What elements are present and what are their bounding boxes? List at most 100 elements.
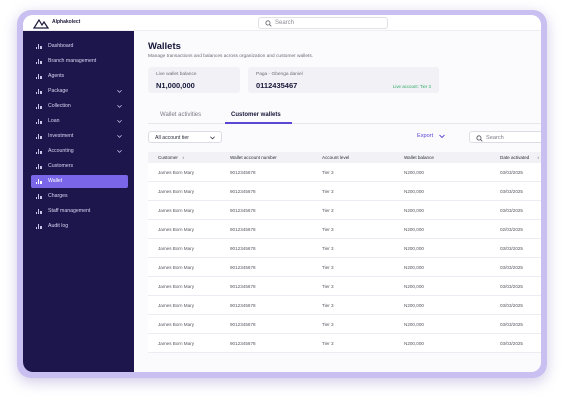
- table-cell: Tier 3: [322, 170, 334, 175]
- sidebar-item-accounting[interactable]: Accounting: [31, 145, 128, 158]
- table-cell: 9012345678: [230, 303, 256, 308]
- table-row[interactable]: James Born Mary 9012345678 Tier 3 N200,000 0…: [148, 163, 541, 182]
- column-header[interactable]: Customer: [158, 155, 178, 160]
- sidebar-item-investment[interactable]: Investment: [31, 130, 128, 143]
- column-header[interactable]: Date activated: [500, 155, 529, 160]
- sidebar-item-label: Customers: [48, 163, 74, 169]
- table-row[interactable]: James Born Mary 9012345678 Tier 3 N200,000 0…: [148, 239, 541, 258]
- chevron-down-icon: [117, 119, 122, 123]
- bar-chart-icon: [36, 164, 42, 169]
- sort-icon[interactable]: ↕: [182, 155, 184, 160]
- sidebar-item-label: Investment: [48, 133, 74, 139]
- account-tier-select-value: All account tier: [155, 135, 190, 141]
- main-content: Wallets Manage transactions and balances…: [134, 31, 541, 372]
- search-icon: [476, 134, 483, 142]
- sidebar-item-label: Accounting: [48, 148, 74, 154]
- table-cell: 03/03/2025: [500, 265, 523, 270]
- sidebar-item-label: Staff management: [48, 208, 91, 214]
- table-cell: N200,000: [404, 265, 424, 270]
- page-subtitle: Manage transactions and balances across …: [148, 54, 314, 59]
- account-number: 0112435467: [256, 81, 298, 90]
- sidebar-item-label: Dashboard: [48, 43, 74, 49]
- table-cell: Tier 3: [322, 208, 334, 213]
- sidebar-item-audit-log[interactable]: Audit log: [31, 220, 128, 233]
- table-cell: James Born Mary: [158, 189, 194, 194]
- table-cell: 9012345678: [230, 208, 256, 213]
- tab-customer-wallets[interactable]: Customer wallets: [231, 112, 281, 118]
- global-search-placeholder: Search: [275, 20, 295, 26]
- global-search-input[interactable]: Search: [258, 17, 388, 29]
- table-cell: James Born Mary: [158, 246, 194, 251]
- sidebar-item-customers[interactable]: Customers: [31, 160, 128, 173]
- chevron-down-icon: [117, 134, 122, 138]
- bar-chart-icon: [36, 179, 42, 184]
- table-cell: Tier 3: [322, 303, 334, 308]
- table-cell: 03/03/2025: [500, 170, 523, 175]
- table-header: Customer ↕ Wallet account number Account le…: [148, 152, 541, 163]
- export-button[interactable]: Export: [417, 133, 445, 139]
- table-cell: 03/03/2025: [500, 189, 523, 194]
- sidebar-item-charges[interactable]: Charges: [31, 190, 128, 203]
- table-cell: 9012345678: [230, 227, 256, 232]
- table-cell: N200,000: [404, 246, 424, 251]
- table-cell: Tier 3: [322, 265, 334, 270]
- table-cell: N200,000: [404, 189, 424, 194]
- tier-badge: Live account: Tier 3: [392, 84, 431, 89]
- account-tier-select[interactable]: All account tier: [148, 131, 222, 143]
- table-cell: James Born Mary: [158, 341, 194, 346]
- table-cell: James Born Mary: [158, 284, 194, 289]
- sidebar-item-branch-management[interactable]: Branch management: [31, 55, 128, 68]
- table-cell: 03/03/2025: [500, 341, 523, 346]
- sidebar-item-label: Collection: [48, 103, 71, 109]
- bar-chart-icon: [36, 89, 42, 94]
- sidebar-item-staff-management[interactable]: Staff management: [31, 205, 128, 218]
- sidebar-item-dashboard[interactable]: Dashboard: [31, 40, 128, 53]
- table-cell: 03/03/2025: [500, 208, 523, 213]
- bar-chart-icon: [36, 44, 42, 49]
- sidebar-item-label: Audit log: [48, 223, 69, 229]
- sidebar-item-package[interactable]: Package: [31, 85, 128, 98]
- bar-chart-icon: [36, 59, 42, 64]
- tab-wallet-activities[interactable]: Wallet activities: [160, 112, 201, 118]
- table-row[interactable]: James Born Mary 9012345678 Tier 3 N200,000 0…: [148, 296, 541, 315]
- search-icon: [265, 20, 272, 27]
- table-cell: James Born Mary: [158, 322, 194, 327]
- table-cell: 9012345678: [230, 246, 256, 251]
- table-row[interactable]: James Born Mary 9012345678 Tier 3 N200,000 0…: [148, 201, 541, 220]
- table-row[interactable]: James Born Mary 9012345678 Tier 3 N200,000 0…: [148, 258, 541, 277]
- table-row[interactable]: James Born Mary 9012345678 Tier 3 N200,000 0…: [148, 220, 541, 239]
- table-cell: 03/03/2025: [500, 322, 523, 327]
- table-cell: N200,000: [404, 170, 424, 175]
- table-cell: James Born Mary: [158, 227, 194, 232]
- table-row[interactable]: James Born Mary 9012345678 Tier 3 N200,000 0…: [148, 315, 541, 334]
- table-cell: 9012345678: [230, 284, 256, 289]
- sidebar-item-label: Agents: [48, 73, 65, 79]
- sidebar-item-label: Charges: [48, 193, 68, 199]
- live-balance-card: Live wallet balance N1,000,000: [148, 67, 240, 93]
- live-balance-value: N1,000,000: [156, 81, 195, 90]
- table-row[interactable]: James Born Mary 9012345678 Tier 3 N200,000 0…: [148, 277, 541, 296]
- chevron-down-icon: [117, 149, 122, 153]
- top-bar: Alphakolect Search: [23, 15, 541, 31]
- table-cell: James Born Mary: [158, 303, 194, 308]
- table-row[interactable]: James Born Mary 9012345678 Tier 3 N200,000 0…: [148, 334, 541, 353]
- sidebar: Dashboard Branch management Agents Package C…: [23, 31, 134, 372]
- sidebar-item-wallet[interactable]: Wallet: [31, 175, 128, 188]
- table-cell: 9012345678: [230, 189, 256, 194]
- sidebar-item-agents[interactable]: Agents: [31, 70, 128, 83]
- table-cell: 9012345678: [230, 265, 256, 270]
- sidebar-item-collection[interactable]: Collection: [31, 100, 128, 113]
- table-search-input[interactable]: Search: [469, 131, 541, 143]
- table-cell: Tier 3: [322, 246, 334, 251]
- table-cell: 9012345678: [230, 170, 256, 175]
- table-search-placeholder: Search: [486, 135, 504, 141]
- sort-icon[interactable]: ↕: [537, 155, 539, 160]
- account-label: Paga - Gbenga daniel: [256, 72, 303, 77]
- table-row[interactable]: James Born Mary 9012345678 Tier 3 N200,000 0…: [148, 182, 541, 201]
- table-cell: N200,000: [404, 322, 424, 327]
- table-cell: Tier 3: [322, 189, 334, 194]
- bar-chart-icon: [36, 149, 42, 154]
- chevron-down-icon: [210, 136, 215, 140]
- live-balance-label: Live wallet balance: [156, 72, 197, 77]
- sidebar-item-loan[interactable]: Loan: [31, 115, 128, 128]
